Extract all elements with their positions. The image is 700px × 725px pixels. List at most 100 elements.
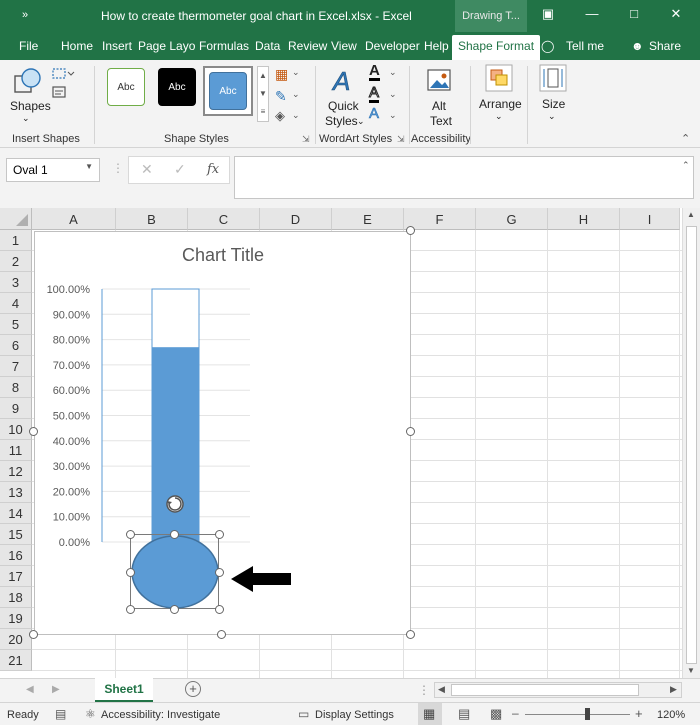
shape-resize-handle[interactable] <box>215 530 224 539</box>
sheet-tab-sheet1[interactable]: Sheet1 <box>95 678 153 702</box>
tab-developer[interactable]: Developer <box>365 39 420 53</box>
row-header-8[interactable]: 8 <box>0 377 32 398</box>
shape-style-blue-fill[interactable]: Abc <box>209 72 247 110</box>
shape-resize-handle[interactable] <box>126 568 135 577</box>
size-button[interactable]: Size <box>542 97 565 111</box>
vertical-scrollbar[interactable]: ▲ ▼ <box>682 208 700 678</box>
row-header-20[interactable]: 20 <box>0 629 32 650</box>
row-header-1[interactable]: 1 <box>0 230 32 251</box>
share-icon[interactable]: ☻ <box>631 39 644 53</box>
shape-resize-handle[interactable] <box>126 605 135 614</box>
chart-resize-handle[interactable] <box>29 630 38 639</box>
ribbon-display-options-icon[interactable]: ▣ <box>536 6 560 22</box>
alt-text-label-1[interactable]: Alt <box>432 99 446 113</box>
name-box[interactable]: Oval 1 ▼ <box>6 158 100 182</box>
next-sheet-icon[interactable]: ▶ <box>52 684 60 695</box>
chart-resize-handle[interactable] <box>406 226 415 235</box>
accessibility-status[interactable]: Accessibility: Investigate <box>101 709 220 721</box>
column-header-d[interactable]: D <box>260 208 332 230</box>
rotate-handle-icon[interactable] <box>164 493 186 515</box>
text-fill-dropdown-icon[interactable]: ⌄ <box>389 67 397 78</box>
shape-effects-dropdown-icon[interactable]: ⌄ <box>292 110 300 121</box>
shapes-icon[interactable] <box>11 66 43 98</box>
expand-formula-bar-icon[interactable]: ⌃ <box>682 160 690 171</box>
column-header-b[interactable]: B <box>116 208 188 230</box>
zoom-in-button[interactable]: + <box>635 706 643 721</box>
row-header-11[interactable]: 11 <box>0 440 32 461</box>
text-effects-icon[interactable]: A <box>369 106 380 122</box>
text-fill-icon[interactable]: A <box>369 63 380 81</box>
edit-shape-icons[interactable] <box>51 66 75 102</box>
oval-bulb-shape[interactable] <box>130 534 220 610</box>
column-header-g[interactable]: G <box>476 208 548 230</box>
size-icon[interactable] <box>539 64 567 94</box>
column-header-i[interactable]: I <box>620 208 680 230</box>
row-header-14[interactable]: 14 <box>0 503 32 524</box>
shape-styles-scroller[interactable]: ▲ ▼ ≡ <box>257 66 269 122</box>
scroll-left-icon[interactable]: ◀ <box>438 684 445 695</box>
close-button[interactable]: ✕ <box>664 6 688 22</box>
chart-resize-handle[interactable] <box>217 630 226 639</box>
quick-styles-icon[interactable]: A <box>329 66 361 98</box>
shape-outline-dropdown-icon[interactable]: ⌄ <box>292 89 300 100</box>
tab-home[interactable]: Home <box>61 39 93 53</box>
column-header-h[interactable]: H <box>548 208 620 230</box>
tab-insert[interactable]: Insert <box>102 39 132 53</box>
maximize-button[interactable]: □ <box>622 6 646 21</box>
shapes-dropdown-icon[interactable]: ⌄ <box>22 113 30 124</box>
row-header-5[interactable]: 5 <box>0 314 32 335</box>
row-header-6[interactable]: 6 <box>0 335 32 356</box>
tab-file[interactable]: File <box>19 39 38 53</box>
name-box-dropdown-icon[interactable]: ▼ <box>85 162 93 171</box>
quick-access-toolbar-icon[interactable]: » <box>22 9 28 21</box>
alt-text-label-2[interactable]: Text <box>430 114 452 128</box>
tab-help[interactable]: Help <box>424 39 449 53</box>
shape-resize-handle[interactable] <box>215 568 224 577</box>
text-effects-dropdown-icon[interactable]: ⌄ <box>389 110 397 121</box>
shape-resize-handle[interactable] <box>170 530 179 539</box>
page-layout-view-icon[interactable]: ▤ <box>458 706 470 722</box>
row-header-17[interactable]: 17 <box>0 566 32 587</box>
column-header-a[interactable]: A <box>32 208 116 230</box>
shape-resize-handle[interactable] <box>170 605 179 614</box>
page-break-preview-icon[interactable]: ▩ <box>490 706 502 722</box>
tab-page-layout[interactable]: Page Layo <box>138 39 195 53</box>
shape-effects-icon[interactable]: ◈ <box>275 108 285 124</box>
lightbulb-icon[interactable]: ◯ <box>541 39 554 53</box>
worksheet-grid[interactable]: ABCDEFGHI 1 2 3 4 5 6 7 8 9 10 11 12 13 14 15 16 17 18 19 2… <box>0 208 682 678</box>
arrange-button[interactable]: Arrange <box>479 97 522 111</box>
quick-styles-label-1[interactable]: Quick <box>328 99 359 113</box>
row-header-7[interactable]: 7 <box>0 356 32 377</box>
shape-style-black-fill[interactable]: Abc <box>158 68 196 106</box>
tab-data[interactable]: Data <box>255 39 280 53</box>
tab-review[interactable]: Review <box>288 39 327 53</box>
row-header-19[interactable]: 19 <box>0 608 32 629</box>
quick-styles-dropdown-icon[interactable]: ⌄ <box>357 116 365 127</box>
zoom-slider-thumb[interactable] <box>585 708 590 720</box>
share-button[interactable]: Share <box>649 39 681 53</box>
text-outline-icon[interactable]: A <box>368 85 380 103</box>
horizontal-scrollbar[interactable]: ◀ ▶ <box>434 682 682 698</box>
chart-resize-handle[interactable] <box>406 630 415 639</box>
row-header-2[interactable]: 2 <box>0 251 32 272</box>
scroll-up-icon[interactable]: ▲ <box>687 210 695 219</box>
chart-resize-handle[interactable] <box>406 427 415 436</box>
tab-splitter-icon[interactable]: ⋮ <box>418 683 430 697</box>
row-header-18[interactable]: 18 <box>0 587 32 608</box>
row-header-16[interactable]: 16 <box>0 545 32 566</box>
tab-view[interactable]: View <box>331 39 357 53</box>
shape-fill-icon[interactable]: ▦ <box>275 66 288 83</box>
scroll-right-icon[interactable]: ▶ <box>670 684 677 695</box>
enter-icon[interactable]: ✓ <box>174 161 186 178</box>
shape-resize-handle[interactable] <box>126 530 135 539</box>
tab-formulas[interactable]: Formulas <box>199 39 249 53</box>
quick-styles-label-2[interactable]: Styles <box>325 114 358 128</box>
shape-styles-launcher-icon[interactable]: ⇲ <box>302 134 310 145</box>
size-dropdown-icon[interactable]: ⌄ <box>548 111 556 122</box>
arrange-icon[interactable] <box>485 64 513 94</box>
scroll-down-icon[interactable]: ▼ <box>687 666 695 675</box>
shapes-button[interactable]: Shapes <box>10 99 51 113</box>
zoom-level[interactable]: 120% <box>657 709 685 721</box>
tell-me-search[interactable]: Tell me <box>566 39 604 53</box>
insert-function-button[interactable]: fx <box>207 162 219 177</box>
